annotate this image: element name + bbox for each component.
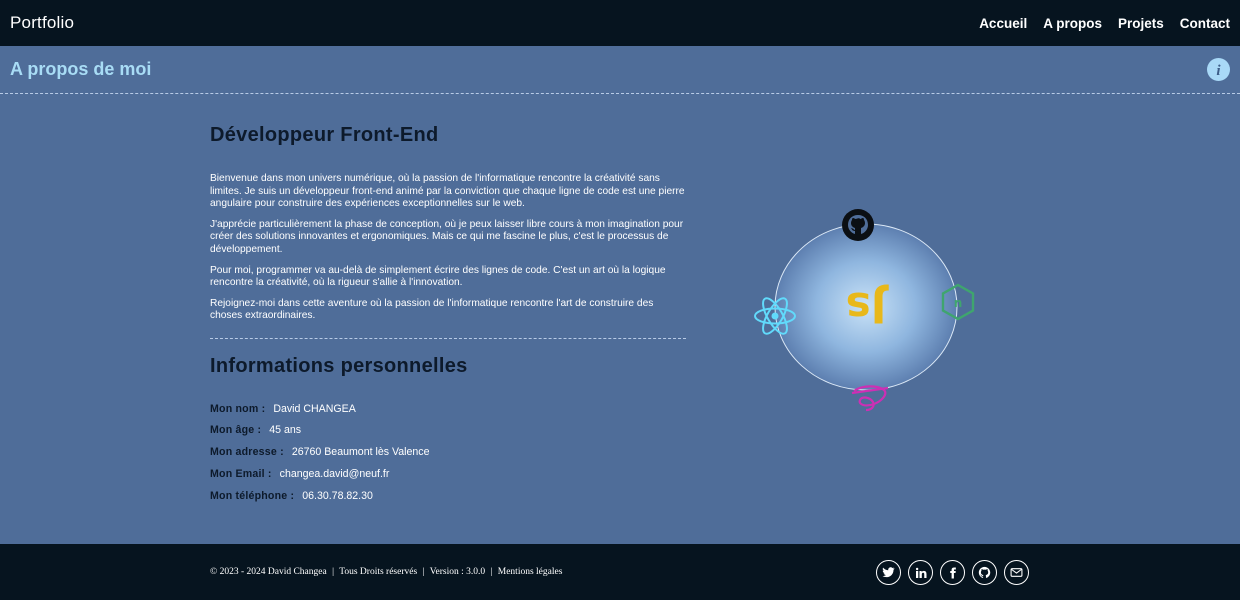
about-paragraph: J'apprécie particulièrement la phase de … [210, 218, 684, 255]
info-label: Mon Email : [210, 467, 272, 480]
about-paragraph: Pour moi, programmer va au-delà de simpl… [210, 264, 666, 289]
about-heading: Développeur Front-End [210, 124, 439, 146]
info-value: 45 ans [269, 424, 302, 437]
version-text: Version : 3.0.0 [429, 567, 486, 577]
nav-link-projets[interactable]: Projets [1118, 16, 1164, 31]
info-icon[interactable]: i [1207, 58, 1230, 81]
separator: | [490, 567, 493, 577]
navbar: Portfolio Accueil A propos Projets Conta… [0, 0, 1240, 46]
info-row-phone: Mon téléphone : 06.30.78.82.30 [210, 485, 686, 507]
github-icon[interactable] [972, 560, 997, 585]
footer-copyright: © 2023 - 2024 David Changea | Tous Droit… [210, 567, 565, 577]
about-paragraph: Rejoignez-moi dans cette aventure où la … [210, 297, 654, 322]
separator: | [422, 567, 425, 577]
info-row-age: Mon âge : 45 ans [210, 420, 686, 442]
info-label: Mon téléphone : [210, 489, 295, 502]
divider [210, 337, 686, 339]
nav-link-contact[interactable]: Contact [1180, 16, 1230, 31]
sass-icon[interactable] [851, 385, 889, 412]
about-paragraph: Bienvenue dans mon univers numérique, où… [210, 173, 685, 210]
facebook-icon[interactable] [940, 560, 965, 585]
legal-link[interactable]: Mentions légales [498, 567, 563, 577]
github-icon[interactable] [842, 209, 874, 241]
nav-link-a-propos[interactable]: A propos [1043, 16, 1102, 31]
section-title: A propos de moi [10, 59, 152, 79]
nav-link-accueil[interactable]: Accueil [979, 16, 1027, 31]
twitter-icon[interactable] [876, 560, 901, 585]
info-value: David CHANGEA [273, 402, 356, 415]
tech-orbit: Js n [750, 205, 982, 417]
info-value[interactable]: changea.david@neuf.fr [280, 468, 390, 480]
personal-info-heading: Informations personnelles [210, 354, 468, 377]
copyright-text: © 2023 - 2024 David Changea [210, 567, 327, 577]
nav-links: Accueil A propos Projets Contact [979, 16, 1230, 31]
info-label: Mon âge : [210, 424, 262, 437]
email-icon[interactable] [1004, 560, 1029, 585]
info-label: Mon adresse : [210, 446, 284, 459]
brand-logo[interactable]: Portfolio [10, 13, 74, 33]
info-value: 26760 Beaumont lès Valence [291, 446, 430, 459]
js-icon: Js [846, 283, 890, 332]
info-value[interactable]: 06.30.78.82.30 [302, 490, 373, 502]
rights-text: Tous Droits réservés [339, 567, 418, 577]
linkedin-icon[interactable] [908, 560, 933, 585]
footer: © 2023 - 2024 David Changea | Tous Droit… [0, 544, 1240, 600]
about-section: Développeur Front-End Bienvenue dans mon… [210, 124, 686, 506]
social-links [876, 560, 1029, 585]
info-row-name: Mon nom : David CHANGEA [210, 398, 686, 420]
info-row-email: Mon Email : changea.david@neuf.fr [210, 463, 686, 485]
info-row-address: Mon adresse : 26760 Beaumont lès Valence [210, 441, 686, 463]
svg-text:Js: Js [846, 283, 890, 332]
svg-text:i: i [1216, 63, 1221, 79]
info-label: Mon nom : [210, 402, 266, 415]
svg-text:n: n [954, 296, 963, 310]
section-header: A propos de moi i [0, 46, 1240, 94]
separator: | [332, 567, 334, 577]
